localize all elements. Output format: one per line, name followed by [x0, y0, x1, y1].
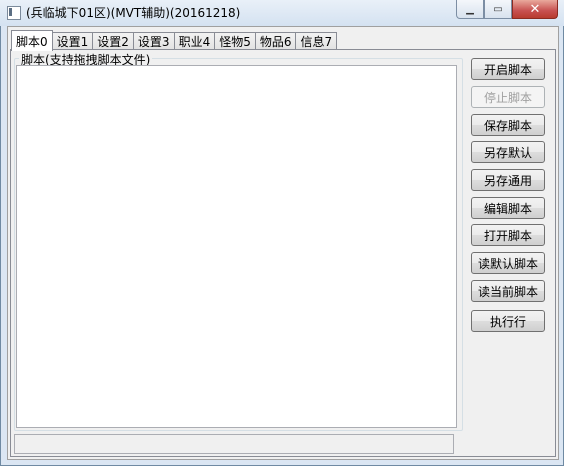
- close-icon: ✕: [529, 1, 541, 17]
- close-button[interactable]: ✕: [512, 0, 558, 19]
- tab-settings2[interactable]: 设置2: [92, 32, 134, 50]
- status-field: [14, 434, 454, 454]
- tab-settings3[interactable]: 设置3: [132, 32, 175, 50]
- tab-items6[interactable]: 物品6: [254, 32, 297, 50]
- window-title: (兵临城下01区)(MVT辅助)(20161218): [26, 6, 241, 20]
- load-current-script-button[interactable]: 读当前脚本: [471, 280, 545, 302]
- client-area: 脚本0 设置1 设置2 设置3 职业4 怪物5 物品6 信息7 脚本(支持拖拽脚…: [7, 26, 559, 460]
- script-editor[interactable]: [16, 65, 457, 428]
- tab-info7[interactable]: 信息7: [295, 32, 338, 50]
- save-script-button[interactable]: 保存脚本: [471, 114, 545, 136]
- open-script-button[interactable]: 打开脚本: [471, 224, 545, 246]
- tab-settings1[interactable]: 设置1: [51, 32, 94, 50]
- execute-line-button[interactable]: 执行行: [471, 310, 545, 332]
- maximize-button[interactable]: ▭: [484, 0, 512, 19]
- save-as-common-button[interactable]: 另存通用: [471, 169, 545, 191]
- tab-monster5[interactable]: 怪物5: [214, 32, 256, 50]
- save-as-default-button[interactable]: 另存默认: [471, 141, 545, 163]
- title-bar[interactable]: (兵临城下01区)(MVT辅助)(20161218) ▁ ▭ ✕: [0, 0, 564, 26]
- maximize-icon: ▭: [493, 3, 503, 15]
- app-icon[interactable]: [7, 6, 21, 20]
- minimize-button[interactable]: ▁: [456, 0, 484, 19]
- tab-panel-script: 脚本(支持拖拽脚本文件) 开启脚本 停止脚本 保存脚本 另存默认 另存通用 编辑…: [10, 49, 556, 457]
- stop-script-button[interactable]: 停止脚本: [471, 86, 545, 108]
- edit-script-button[interactable]: 编辑脚本: [471, 197, 545, 219]
- minimize-icon: ▁: [466, 3, 474, 15]
- tab-script0[interactable]: 脚本0: [11, 30, 53, 51]
- start-script-button[interactable]: 开启脚本: [471, 58, 545, 80]
- caption-buttons: ▁ ▭ ✕: [456, 0, 558, 20]
- tab-job4[interactable]: 职业4: [173, 32, 216, 50]
- load-default-script-button[interactable]: 读默认脚本: [471, 252, 545, 274]
- script-groupbox: 脚本(支持拖拽脚本文件): [14, 51, 463, 431]
- tab-bar: 脚本0 设置1 设置2 设置3 职业4 怪物5 物品6 信息7: [11, 30, 338, 51]
